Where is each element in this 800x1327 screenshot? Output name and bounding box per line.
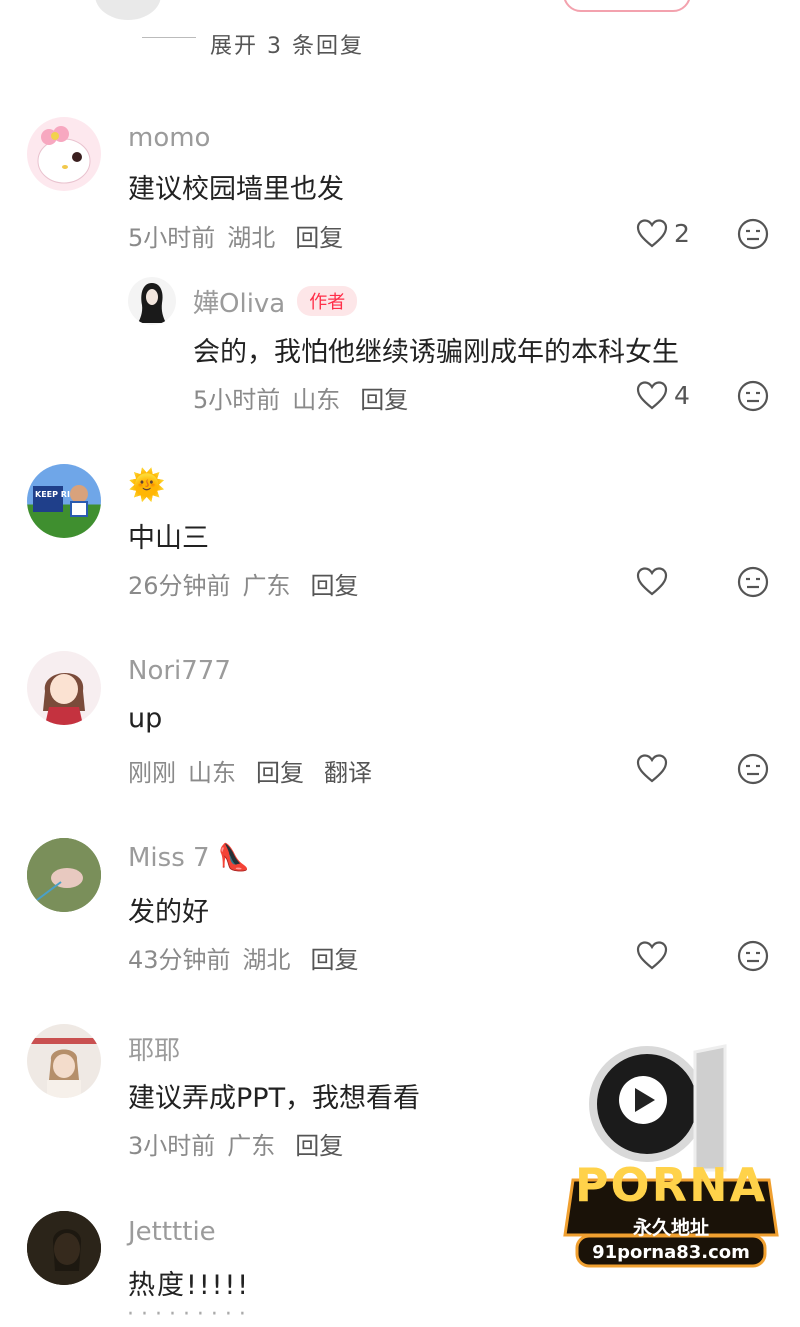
reply-button[interactable]: 回复 [360,386,408,414]
location: 广东 [227,1132,276,1160]
like-count: 4 [674,380,690,410]
heart-icon [636,567,668,596]
like-count: 2 [674,218,690,248]
author-badge: 作者 [297,286,358,316]
location: 湖北 [242,946,291,974]
location: 广东 [242,572,291,600]
comment-text: up [128,703,163,734]
like-button[interactable]: 4 [636,380,690,410]
avatar[interactable] [27,651,101,725]
location: 湖北 [227,224,276,252]
like-button[interactable] [636,566,668,596]
heart-icon [636,381,668,410]
watermark-brand: PORNA [574,1158,768,1212]
emoji-reaction-icon[interactable] [737,218,769,250]
reply-button[interactable]: 回复 [311,572,359,600]
comment-text: 热度!!!!! [128,1270,251,1301]
username[interactable]: 嬅Oliva [193,289,285,319]
avatar[interactable] [27,1024,101,1098]
timestamp: 5小时前 [128,224,216,252]
comment-meta: 43分钟前 湖北 回复 [128,940,359,975]
comment-meta: 5小时前 山东 回复 [193,380,408,415]
emoji-reaction-icon[interactable] [737,380,769,412]
avatar[interactable] [27,117,101,191]
timestamp: 43分钟前 [128,946,231,974]
heart-icon [636,941,668,970]
avatar[interactable] [128,277,176,325]
username[interactable]: Jettttie [128,1217,216,1247]
location: 山东 [292,386,341,414]
like-button[interactable]: 2 [636,218,690,248]
comment-meta: 刚刚 山东 回复 翻译 [128,753,372,788]
divider [142,37,196,38]
comment-text: 建议弄成PPT，我想看看 [128,1083,421,1114]
reply-button[interactable]: 回复 [295,224,343,252]
watermark-logo: PORNA 永久地址 91porna83.com [555,1030,787,1275]
username-row: 嬅Oliva 作者 [193,283,358,320]
username[interactable]: Miss 7 👠 [128,843,250,873]
username[interactable]: Nori777 [128,656,231,686]
reply-button[interactable]: 回复 [256,759,304,787]
avatar[interactable]: KEEP RICH [27,464,101,538]
follow-button[interactable] [563,0,691,12]
location: 山东 [188,759,236,787]
comment-meta: 5小时前 湖北 回复 [128,218,343,253]
watermark-slogan: 永久地址 [632,1217,709,1239]
comment-text: 中山三 [128,523,209,554]
username[interactable]: momo [128,123,210,153]
timestamp: 3小时前 [128,1132,216,1160]
emoji-reaction-icon[interactable] [737,753,769,785]
avatar[interactable] [27,1211,101,1285]
timestamp: 26分钟前 [128,572,231,600]
comment-meta: 26分钟前 广东 回复 [128,566,359,601]
emoji-reaction-icon[interactable] [737,566,769,598]
emoji-reaction-icon[interactable] [737,940,769,972]
comment-meta: 3小时前 广东 回复 [128,1126,343,1161]
top-partial-bar: 展开 3 条回复 [0,0,800,70]
avatar[interactable] [27,838,101,912]
reply-button[interactable]: 回复 [295,1132,343,1160]
timestamp: 5小时前 [193,386,281,414]
expand-replies-button[interactable]: 展开 3 条回复 [210,28,364,60]
like-button[interactable] [636,940,668,970]
translate-button[interactable]: 翻译 [324,759,372,787]
comment-text: 建议校园墙里也发 [128,174,344,205]
heart-icon [636,754,668,783]
comment-text: 发的好 [128,897,209,928]
username[interactable]: 🌞 [128,468,165,503]
watermark-url: 91porna83.com [592,1242,750,1263]
like-button[interactable] [636,753,668,783]
comment-meta-partial: · · · · · · · · · [127,1302,246,1327]
heart-icon [636,219,668,248]
username[interactable]: 耶耶 [128,1030,180,1067]
timestamp: 刚刚 [128,759,176,787]
reply-button[interactable]: 回复 [311,946,359,974]
comment-text: 会的，我怕他继续诱骗刚成年的本科女生 [193,337,679,368]
avatar [95,0,161,20]
